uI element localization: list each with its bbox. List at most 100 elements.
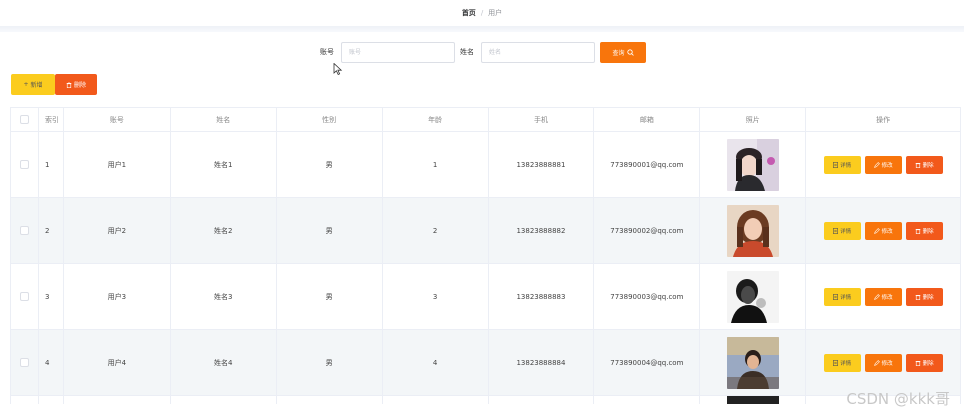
cell-phone: 13823888881 [489,132,595,197]
trash-icon [915,360,920,366]
search-icon [626,49,634,56]
cursor-icon [333,63,343,75]
partial-cell [383,396,489,404]
batch-delete-label: 删除 [73,82,86,89]
row-checkbox-cell [11,198,39,263]
trash-icon [66,81,72,88]
header-gender: 性别 [277,108,383,131]
cell-phone: 13823888884 [489,330,595,395]
trash-icon [915,162,920,168]
detail-button[interactable]: 详情 [823,287,861,306]
delete-button[interactable]: 删除 [905,287,943,306]
cell-age: 4 [383,330,489,395]
row-checkbox[interactable] [19,292,29,301]
edit-button[interactable]: 修改 [864,155,902,174]
delete-label: 删除 [922,360,934,367]
partial-cell [700,396,807,404]
cell-photo [700,264,807,329]
user-photo [726,204,779,257]
edit-icon [873,359,880,366]
user-photo-partial [726,396,779,404]
detail-label: 详情 [840,228,852,235]
partial-cell [11,396,39,404]
cell-actions: 详情 修改 删除 [806,330,962,395]
header-age: 年龄 [383,108,489,131]
header-index: 索引 [39,108,64,131]
partial-cell [594,396,701,404]
breadcrumb-home[interactable]: 首页 [462,8,476,18]
plus-icon: + [23,81,29,88]
table-row: 2 用户2 姓名2 男 2 13823888882 773890002@qq.c… [11,198,962,264]
partial-cell [489,396,595,404]
cell-name: 姓名1 [171,132,277,197]
row-checkbox[interactable] [19,226,29,235]
edit-button[interactable]: 修改 [864,353,902,372]
edit-icon [873,161,880,168]
edit-label: 修改 [881,360,893,367]
batch-delete-button[interactable]: 删除 [55,74,97,95]
detail-button[interactable]: 详情 [823,353,861,372]
cell-email: 773890003@qq.com [594,264,701,329]
cell-index: 1 [39,132,64,197]
row-checkbox-cell [11,330,39,395]
cell-account: 用户2 [64,198,171,263]
cell-name: 姓名3 [171,264,277,329]
cell-phone: 13823888882 [489,198,595,263]
delete-button[interactable]: 删除 [905,221,943,240]
document-icon [833,359,838,366]
detail-button[interactable]: 详情 [823,221,861,240]
row-checkbox[interactable] [19,160,29,169]
delete-button[interactable]: 删除 [905,155,943,174]
row-checkbox[interactable] [19,358,29,367]
cell-account: 用户3 [64,264,171,329]
cell-name: 姓名2 [171,198,277,263]
cell-gender: 男 [277,198,383,263]
edit-label: 修改 [881,228,893,235]
user-photo [726,336,779,389]
account-label: 账号 [320,48,334,56]
account-input[interactable] [341,42,455,63]
cell-age: 3 [383,264,489,329]
cell-age: 2 [383,198,489,263]
cell-email: 773890001@qq.com [594,132,701,197]
detail-button[interactable]: 详情 [823,155,861,174]
cell-gender: 男 [277,330,383,395]
delete-button[interactable]: 删除 [905,353,943,372]
cell-actions: 详情 修改 删除 [806,264,962,329]
search-form: 账号 姓名 查询 [0,41,964,63]
partial-cell [171,396,277,404]
header-email: 邮箱 [594,108,701,131]
table-header: 索引 账号 姓名 性别 年龄 手机 邮箱 照片 操作 [11,108,962,132]
breadcrumb: 首页 / 用户 [0,0,964,26]
edit-button[interactable]: 修改 [864,221,902,240]
detail-label: 详情 [840,294,852,301]
query-button[interactable]: 查询 [600,42,646,63]
add-button[interactable]: + 新增 [11,74,55,95]
cell-gender: 男 [277,264,383,329]
cell-index: 3 [39,264,64,329]
name-input[interactable] [481,42,595,63]
cell-photo [700,198,807,263]
query-button-label: 查询 [612,50,625,57]
partial-cell [64,396,171,404]
cell-index: 4 [39,330,64,395]
select-all-checkbox[interactable] [19,115,29,124]
table-row: 1 用户1 姓名1 男 1 13823888881 773890001@qq.c… [11,132,962,198]
name-label: 姓名 [460,48,474,56]
edit-label: 修改 [881,294,893,301]
detail-label: 详情 [840,162,852,169]
add-button-label: 新增 [30,82,43,89]
row-checkbox-cell [11,132,39,197]
table-row-partial [11,396,962,404]
edit-button[interactable]: 修改 [864,287,902,306]
cell-actions: 详情 修改 删除 [806,198,962,263]
cell-photo [700,330,807,395]
user-table: 索引 账号 姓名 性别 年龄 手机 邮箱 照片 操作 1 用户1 姓名1 男 1… [10,107,962,404]
cell-account: 用户1 [64,132,171,197]
document-icon [833,293,838,300]
cell-age: 1 [383,132,489,197]
table-row: 3 用户3 姓名3 男 3 13823888883 773890003@qq.c… [11,264,962,330]
edit-icon [873,293,880,300]
user-photo [726,270,779,323]
cell-account: 用户4 [64,330,171,395]
